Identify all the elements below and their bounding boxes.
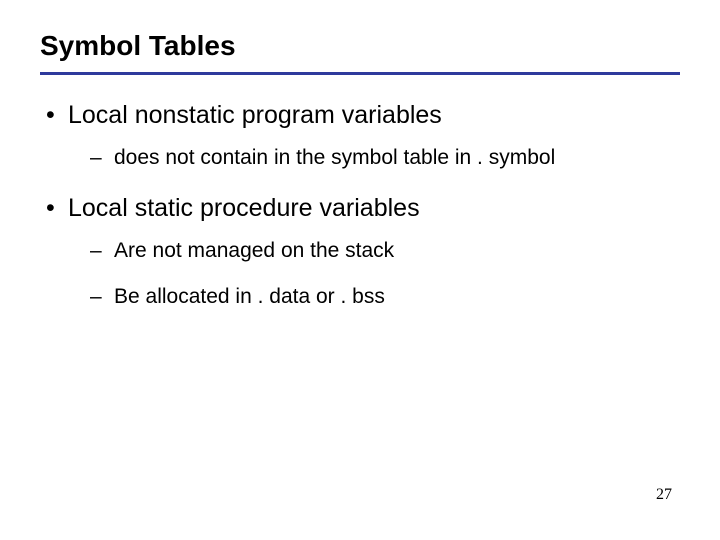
sub-bullet-item: Are not managed on the stack: [86, 234, 680, 268]
bullet-text: Local nonstatic program variables: [68, 101, 442, 129]
sub-bullet-text: does not contain in the symbol table in …: [114, 146, 555, 169]
page-number: 27: [656, 486, 672, 504]
bullet-list: Local nonstatic program variables does n…: [40, 99, 680, 313]
title-divider: [40, 72, 680, 75]
slide: Symbol Tables Local nonstatic program va…: [0, 0, 720, 540]
sub-bullet-list: does not contain in the symbol table in …: [68, 141, 680, 175]
sub-bullet-text: Are not managed on the stack: [114, 239, 394, 262]
sub-bullet-item: Be allocated in . data or . bss: [86, 280, 680, 314]
bullet-item: Local nonstatic program variables does n…: [40, 99, 680, 174]
sub-bullet-list: Are not managed on the stack Be allocate…: [68, 234, 680, 313]
slide-title: Symbol Tables: [40, 30, 680, 62]
bullet-text: Local static procedure variables: [68, 194, 420, 222]
sub-bullet-item: does not contain in the symbol table in …: [86, 141, 680, 175]
sub-bullet-text: Be allocated in . data or . bss: [114, 285, 385, 308]
bullet-item: Local static procedure variables Are not…: [40, 192, 680, 313]
